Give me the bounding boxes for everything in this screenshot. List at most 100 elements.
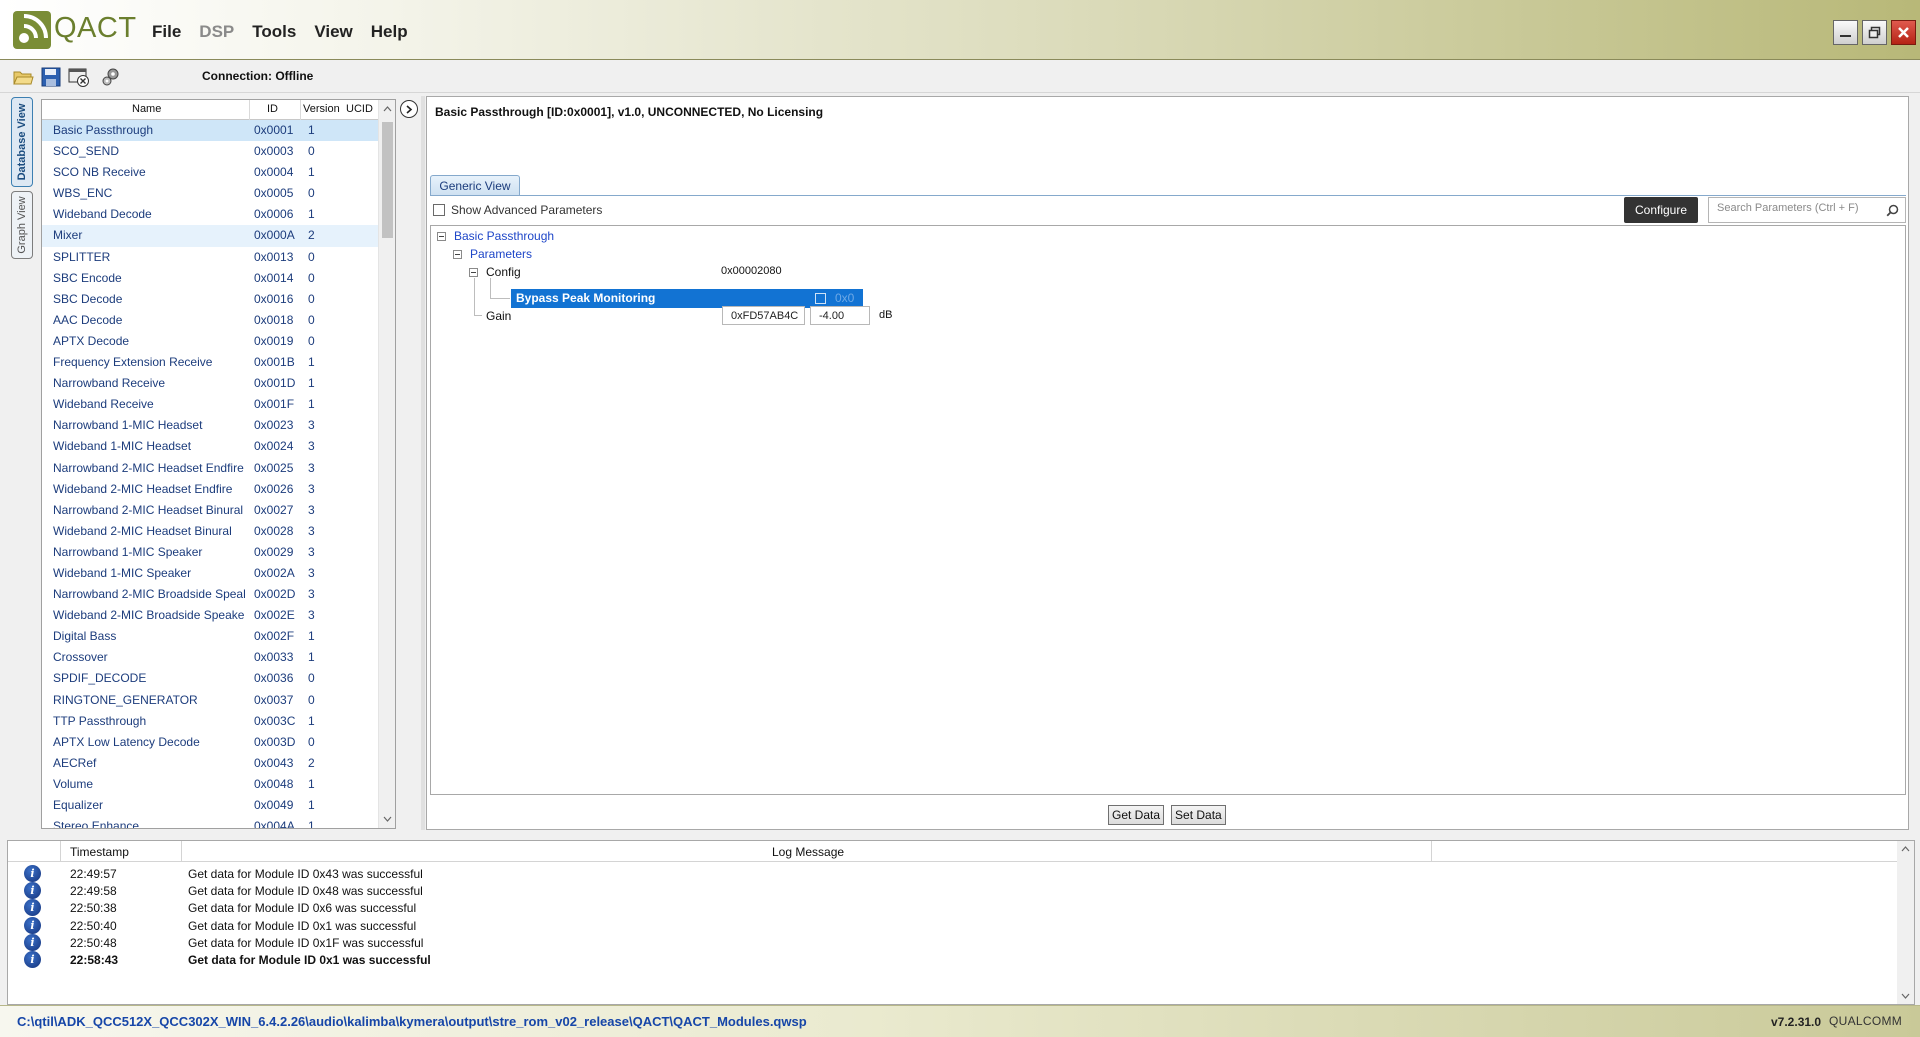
module-version: 1 (308, 798, 315, 812)
module-id: 0x0016 (254, 291, 294, 306)
column-ucid[interactable]: UCID (346, 103, 373, 115)
menu-view[interactable]: View (314, 22, 352, 42)
module-list-scrollbar[interactable] (378, 100, 395, 828)
module-row[interactable]: Narrowband 1-MIC Headset 0x0023 3 (42, 415, 379, 436)
tab-graph-view[interactable]: Graph View (11, 191, 33, 259)
log-scroll-up-icon[interactable] (1901, 846, 1910, 852)
bypass-peak-monitoring-checkbox[interactable] (815, 293, 826, 304)
restore-button[interactable] (1862, 20, 1887, 45)
module-row[interactable]: WBS_ENC 0x0005 0 (42, 183, 379, 204)
scroll-thumb[interactable] (382, 122, 393, 238)
expand-panel-button[interactable] (400, 100, 418, 118)
module-row[interactable]: Stereo Enhance 0x004A 1 (42, 816, 379, 828)
module-name: TTP Passthrough (53, 713, 147, 728)
module-row[interactable]: Wideband 1-MIC Speaker 0x002A 3 (42, 563, 379, 584)
log-scrollbar[interactable] (1897, 841, 1914, 1004)
connect-gears-icon[interactable] (100, 66, 122, 88)
module-version: 3 (308, 587, 315, 602)
module-row[interactable]: SBC Encode 0x0014 0 (42, 268, 379, 289)
module-row[interactable]: SCO_SEND 0x0003 0 (42, 141, 379, 162)
menu-tools[interactable]: Tools (252, 22, 296, 42)
log-message: Get data for Module ID 0x48 was successf… (188, 884, 423, 899)
search-input[interactable] (1717, 202, 1877, 214)
show-advanced-checkbox[interactable] (433, 204, 445, 216)
module-version: 3 (308, 481, 315, 496)
module-row[interactable]: AECRef 0x0043 2 (42, 753, 379, 774)
configure-button[interactable]: Configure (1624, 197, 1698, 223)
module-row[interactable]: AAC Decode 0x0018 0 (42, 310, 379, 331)
module-row[interactable]: Wideband 1-MIC Headset 0x0024 3 (42, 436, 379, 457)
menu-dsp[interactable]: DSP (199, 22, 234, 42)
module-header: Basic Passthrough [ID:0x0001], v1.0, UNC… (435, 105, 824, 119)
minimize-button[interactable] (1833, 20, 1858, 45)
gain-value-field[interactable]: -4.00 (810, 306, 870, 325)
scroll-up-icon[interactable] (382, 103, 393, 115)
config-label: Config (486, 265, 521, 279)
tree-parameters-node[interactable]: Parameters (470, 247, 532, 261)
column-name[interactable]: Name (132, 103, 161, 115)
module-row[interactable]: SPLITTER 0x0013 0 (42, 247, 379, 268)
module-row[interactable]: RINGTONE_GENERATOR 0x0037 0 (42, 690, 379, 711)
column-id[interactable]: ID (267, 103, 278, 115)
log-row[interactable]: i 22:58:43 Get data for Module ID 0x1 was … (8, 949, 1898, 970)
module-row[interactable]: Narrowband 1-MIC Speaker 0x0029 3 (42, 542, 379, 563)
menu-file[interactable]: File (152, 22, 181, 42)
scroll-down-icon[interactable] (382, 813, 393, 825)
tree-root-node[interactable]: Basic Passthrough (454, 229, 554, 243)
module-row[interactable]: Wideband Receive 0x001F 1 (42, 394, 379, 415)
disconnect-icon[interactable] (68, 66, 90, 88)
show-advanced-toggle[interactable]: Show Advanced Parameters (433, 203, 602, 217)
module-id: 0x0029 (254, 544, 294, 559)
module-row[interactable]: APTX Decode 0x0019 0 (42, 331, 379, 352)
set-data-button[interactable]: Set Data (1171, 805, 1226, 825)
module-row[interactable]: APTX Low Latency Decode 0x003D 0 (42, 732, 379, 753)
collapse-config-icon[interactable] (469, 268, 478, 277)
get-data-button[interactable]: Get Data (1108, 805, 1165, 825)
module-row[interactable]: Frequency Extension Receive 0x001B 1 (42, 352, 379, 373)
module-row[interactable]: Equalizer 0x0049 1 (42, 795, 379, 816)
collapse-parameters-icon[interactable] (453, 250, 462, 259)
module-row[interactable]: Volume 0x0048 1 (42, 774, 379, 795)
module-row[interactable]: SBC Decode 0x0016 0 (42, 289, 379, 310)
column-timestamp[interactable]: Timestamp (70, 845, 129, 859)
column-version[interactable]: Version (303, 103, 340, 115)
module-row[interactable]: Digital Bass 0x002F 1 (42, 626, 379, 647)
collapse-root-icon[interactable] (437, 232, 446, 241)
module-row[interactable]: Crossover 0x0033 1 (42, 647, 379, 668)
module-row[interactable]: Mixer 0x000A 2 (42, 225, 379, 247)
module-row[interactable]: Basic Passthrough 0x0001 1 (42, 120, 379, 142)
module-row[interactable]: SCO NB Receive 0x0004 1 (42, 162, 379, 183)
panel-splitter[interactable] (421, 96, 425, 830)
module-version: 1 (308, 819, 315, 828)
module-row[interactable]: Narrowband Receive 0x001D 1 (42, 373, 379, 394)
module-row[interactable]: Wideband 2-MIC Broadside Speake 0x002E 3 (42, 605, 379, 626)
module-name: Narrowband 1-MIC Headset (53, 418, 203, 433)
module-version: 3 (308, 418, 315, 433)
menu-help[interactable]: Help (371, 22, 408, 42)
gain-hex-field[interactable]: 0xFD57AB4C (722, 306, 805, 325)
module-row[interactable]: Narrowband 2-MIC Headset Endfire 0x0025 3 (42, 458, 379, 479)
module-row[interactable]: Narrowband 2-MIC Broadside Speal 0x002D 3 (42, 584, 379, 605)
module-row[interactable]: Wideband Decode 0x0006 1 (42, 204, 379, 225)
module-row[interactable]: Wideband 2-MIC Headset Endfire 0x0026 3 (42, 479, 379, 500)
tab-database-view[interactable]: Database View (11, 97, 33, 187)
bypass-peak-monitoring-label: Bypass Peak Monitoring (516, 291, 656, 305)
save-icon[interactable] (40, 66, 62, 88)
search-icon[interactable] (1886, 204, 1899, 217)
module-row[interactable]: Narrowband 2-MIC Headset Binural 0x0027 3 (42, 500, 379, 521)
column-log-message[interactable]: Log Message (772, 845, 844, 859)
close-button[interactable] (1891, 20, 1916, 45)
module-version: 0 (308, 270, 315, 285)
module-version: 3 (308, 439, 315, 454)
module-row[interactable]: Wideband 2-MIC Headset Binural 0x0028 3 (42, 521, 379, 542)
module-name: AECRef (53, 755, 97, 770)
tab-generic-view[interactable]: Generic View (430, 175, 520, 196)
chevron-right-icon (406, 104, 413, 114)
module-row[interactable]: SPDIF_DECODE 0x0036 0 (42, 668, 379, 689)
log-message: Get data for Module ID 0x43 was successf… (188, 867, 423, 881)
open-folder-icon[interactable] (12, 66, 34, 88)
log-scroll-down-icon[interactable] (1901, 993, 1910, 999)
module-name: APTX Decode (53, 333, 130, 348)
module-row[interactable]: TTP Passthrough 0x003C 1 (42, 711, 379, 732)
app-brand: QACT (54, 12, 137, 44)
